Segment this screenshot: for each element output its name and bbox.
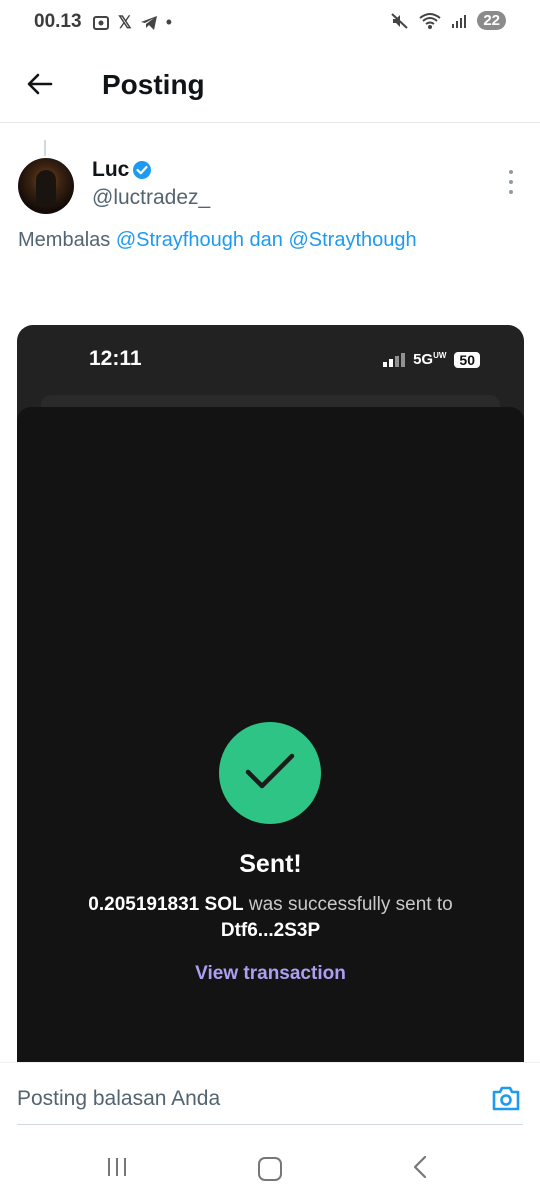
wifi-icon xyxy=(419,12,441,29)
thread-connector-line xyxy=(44,140,46,156)
success-title: Sent! xyxy=(239,850,302,878)
mute-icon xyxy=(391,12,408,29)
nav-recents-icon[interactable] xyxy=(108,1158,126,1176)
more-notifications-dot: • xyxy=(165,12,173,32)
media-network-label: 5GUW xyxy=(413,351,447,368)
camera-icon[interactable] xyxy=(491,1084,521,1112)
telegram-icon xyxy=(140,15,157,30)
status-time: 00.13 xyxy=(34,11,82,32)
media-phone-time: 12:11 xyxy=(89,347,142,370)
notification-icons: 𝕏 • xyxy=(92,12,172,33)
reply-input[interactable]: Posting balasan Anda xyxy=(17,1087,220,1111)
screenshot-icon xyxy=(93,15,109,30)
nav-home-icon[interactable] xyxy=(258,1157,282,1181)
app-header: Posting xyxy=(0,48,540,123)
verified-badge-icon xyxy=(133,161,151,179)
sent-amount: 0.205191831 SOL xyxy=(88,894,244,915)
mention-link-1[interactable]: @Strayfhough xyxy=(116,229,244,251)
signal-icon xyxy=(452,14,467,28)
avatar-silhouette xyxy=(36,170,56,206)
system-nav-bar xyxy=(0,1126,540,1200)
nav-back-icon[interactable] xyxy=(412,1155,428,1179)
mention-link-2[interactable]: @Straythough xyxy=(288,229,416,251)
author-handle[interactable]: @luctradez_ xyxy=(92,186,210,210)
post-media-image[interactable]: 12:11 5GUW 50 Sent! 0.205191831 SOL was … xyxy=(17,325,524,1065)
checkmark-icon xyxy=(245,753,295,789)
back-arrow-icon[interactable] xyxy=(26,70,54,98)
system-icons: 22 xyxy=(391,11,506,30)
reply-conjunction: dan xyxy=(249,229,283,251)
more-vertical-icon[interactable] xyxy=(504,170,518,194)
media-phone-status: 5GUW 50 xyxy=(383,351,480,368)
replying-to-line: Membalas @Strayfhough dan @Straythough xyxy=(18,229,417,252)
status-bar: 00.13 𝕏 • 22 xyxy=(0,0,540,48)
reply-prefix: Membalas xyxy=(18,229,111,251)
page-title: Posting xyxy=(102,69,205,100)
success-circle xyxy=(219,722,321,824)
view-transaction-link: View transaction xyxy=(195,963,346,984)
avatar[interactable] xyxy=(18,158,74,214)
battery-badge: 22 xyxy=(477,11,506,30)
media-battery: 50 xyxy=(454,351,480,368)
sent-message-text: was successfully sent to xyxy=(248,894,453,915)
x-icon: 𝕏 xyxy=(118,12,132,32)
reply-divider xyxy=(17,1124,523,1125)
author-name[interactable]: Luc xyxy=(92,158,129,182)
media-signal-icon xyxy=(383,352,406,367)
success-message: 0.205191831 SOL was successfully sent to… xyxy=(57,892,484,944)
recipient-address: Dtf6...2S3P xyxy=(220,920,321,941)
reply-composer[interactable]: Posting balasan Anda xyxy=(0,1062,540,1127)
